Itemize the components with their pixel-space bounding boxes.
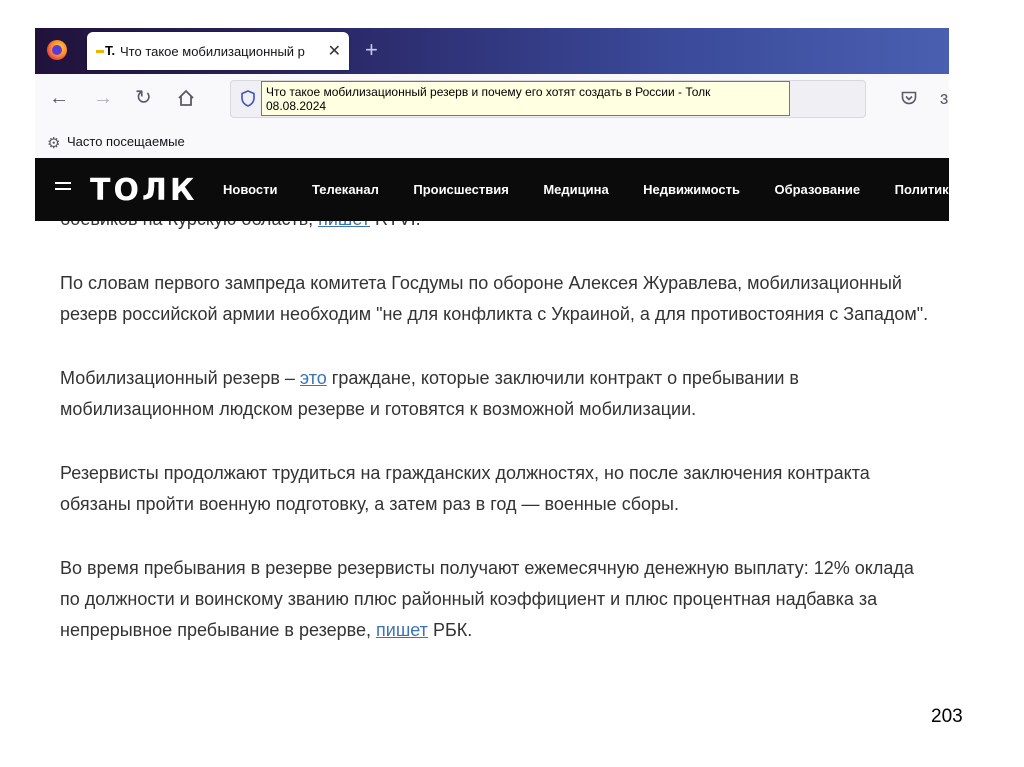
back-icon[interactable]: ← — [49, 88, 69, 108]
pocket-icon[interactable] — [901, 91, 917, 105]
tooltip-title: Что такое мобилизационный резерв и почем… — [266, 85, 711, 99]
menu-item-medicine[interactable]: Медицина — [543, 182, 608, 197]
menu-item-realty[interactable]: Недвижимость — [643, 182, 740, 197]
menu-item-education[interactable]: Образование — [774, 182, 860, 197]
forward-icon[interactable]: → — [93, 88, 113, 108]
site-header: ТОЛК Новости Телеканал Происшествия Меди… — [35, 158, 949, 221]
url-tooltip: Что такое мобилизационный резерв и почем… — [261, 81, 790, 116]
menu-item-politics[interactable]: Политик — [895, 182, 949, 197]
gear-icon[interactable]: ɜ — [940, 88, 948, 109]
article-body: По словам первого зампреда комитета Госд… — [60, 268, 930, 679]
close-icon[interactable]: ✕ — [328, 41, 341, 61]
new-tab-icon[interactable]: + — [365, 37, 378, 63]
active-tab[interactable]: T. Что такое мобилизационный р ✕ — [87, 32, 349, 70]
bookmark-most-visited[interactable]: Часто посещаемые — [67, 134, 185, 149]
menu-item-incidents[interactable]: Происшествия — [413, 182, 509, 197]
article-paragraph: Мобилизационный резерв – это граждане, к… — [60, 368, 799, 419]
article-paragraph: Резервисты продолжают трудиться на гражд… — [60, 463, 870, 514]
tolk-favicon-icon: T. — [96, 43, 115, 58]
slide-page-number: 203 — [931, 706, 963, 727]
rbc-link[interactable]: пишет — [376, 620, 428, 640]
menu-icon[interactable] — [55, 182, 71, 195]
firefox-logo-icon[interactable] — [47, 40, 67, 60]
tab-strip: T. Что такое мобилизационный р ✕ + — [35, 28, 949, 74]
shield-icon[interactable] — [241, 90, 255, 107]
definition-link[interactable]: это — [300, 368, 327, 388]
browser-screenshot: T. Что такое мобилизационный р ✕ + ← → ↻… — [35, 28, 949, 698]
home-icon[interactable] — [177, 89, 195, 107]
tab-title: Что такое мобилизационный р — [120, 44, 305, 59]
article-paragraph: Во время пребывания в резерве резервисты… — [60, 558, 914, 640]
article-paragraph: По словам первого зампреда комитета Госд… — [60, 273, 929, 324]
menu-item-tv[interactable]: Телеканал — [312, 182, 379, 197]
gear-bookmark-icon: ⚙ — [47, 135, 61, 152]
reload-icon[interactable]: ↻ — [135, 88, 152, 108]
menu-item-news[interactable]: Новости — [223, 182, 278, 197]
site-logo[interactable]: ТОЛК — [90, 173, 197, 208]
tooltip-date: 08.08.2024 — [266, 99, 327, 113]
bookmarks-bar: ⚙ Часто посещаемые — [35, 126, 949, 159]
site-menu: Новости Телеканал Происшествия Медицина … — [223, 181, 949, 199]
